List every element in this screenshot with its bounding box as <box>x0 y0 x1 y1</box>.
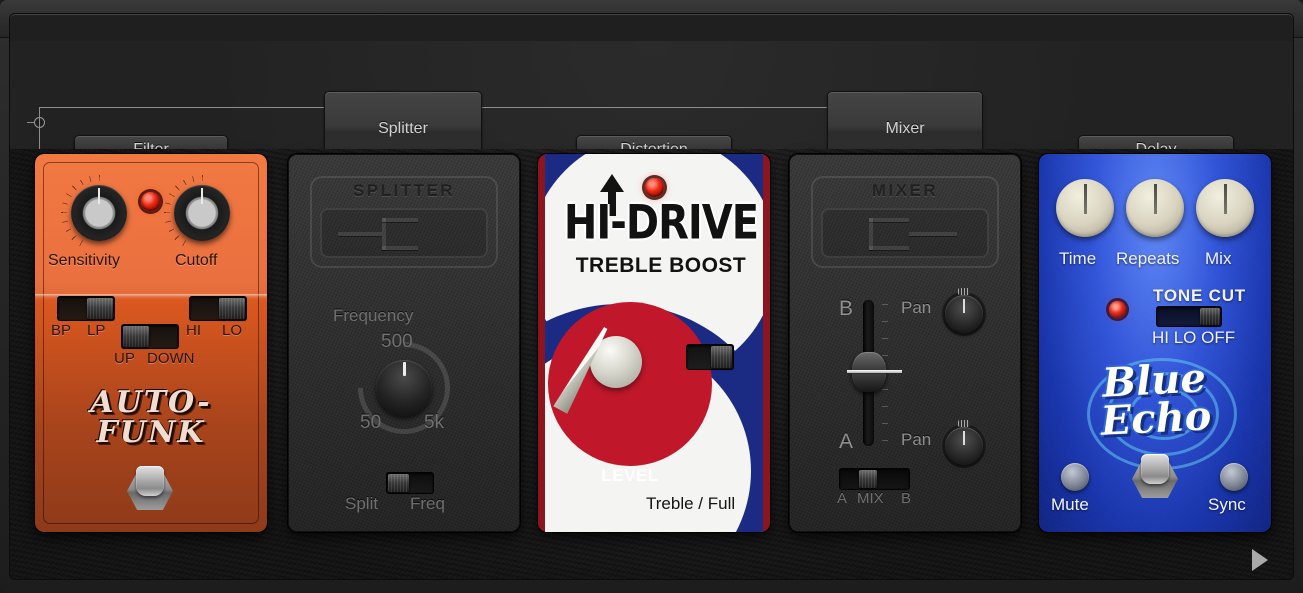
splitter-glyph-window <box>320 208 488 258</box>
range-switch-label-lo: LO <box>222 322 242 339</box>
shape-switch-label-bp: BP <box>51 322 71 339</box>
splitter-glyph-icon <box>322 210 486 256</box>
pedal-floor: Sensitivity Cutoff BP LP UP DOWN HI LO A… <box>10 149 1294 580</box>
pedal-hi-drive[interactable]: HI-DRIVE TREBLE BOOST LEVEL Treble / Ful… <box>538 154 770 532</box>
mixer-mode-label-b: B <box>901 490 911 507</box>
mixer-mode-switch[interactable] <box>839 468 910 490</box>
hi-drive-red-circle <box>548 302 712 466</box>
split-freq-label-freq: Freq <box>410 494 445 514</box>
mixer-plate: MIXER <box>811 176 999 268</box>
direction-switch[interactable] <box>121 324 179 349</box>
range-switch[interactable] <box>189 296 247 321</box>
direction-switch-label-up: UP <box>114 350 135 367</box>
auto-funk-logo-line2: FUNK <box>35 418 267 448</box>
treble-full-switch-nub <box>711 346 732 368</box>
pan-b-knob[interactable] <box>945 295 983 333</box>
sensitivity-knob[interactable] <box>71 185 127 241</box>
mute-knob[interactable] <box>1061 463 1089 491</box>
sync-knob[interactable] <box>1220 463 1248 491</box>
mixer-mode-label-a: A <box>837 490 847 507</box>
input-stub <box>27 122 34 123</box>
plugin-panel: Splitter Mixer Filter Distortion Delay S… <box>9 13 1294 580</box>
chain-node-splitter-label: Splitter <box>378 120 428 138</box>
sensitivity-label: Sensitivity <box>48 252 120 270</box>
pedal-blue-echo[interactable]: Time Repeats Mix TONE CUT HI LO OFF Blue <box>1039 154 1271 532</box>
tone-cut-switch-nub <box>1200 308 1220 325</box>
next-page-arrow-icon[interactable] <box>1252 549 1268 571</box>
auto-funk-footswitch[interactable] <box>127 466 173 512</box>
blue-echo-footswitch-cap <box>1141 454 1169 484</box>
pan-a-label: Pan <box>901 430 931 450</box>
tone-cut-options-label: HI LO OFF <box>1152 328 1235 348</box>
treble-full-switch[interactable] <box>686 344 734 370</box>
hi-drive-face: HI-DRIVE TREBLE BOOST LEVEL <box>545 154 763 532</box>
auto-funk-logo-line1: AUTO- <box>35 388 267 418</box>
time-knob[interactable] <box>1056 179 1114 237</box>
plugin-window: Splitter Mixer Filter Distortion Delay S… <box>0 0 1303 593</box>
repeats-knob[interactable] <box>1126 179 1184 237</box>
repeats-label: Repeats <box>1116 249 1179 269</box>
time-label: Time <box>1059 249 1096 269</box>
shape-switch[interactable] <box>57 296 115 321</box>
mute-label: Mute <box>1051 495 1089 515</box>
split-freq-switch[interactable] <box>386 472 434 494</box>
chain-node-mixer-label: Mixer <box>885 120 924 138</box>
hi-drive-led[interactable] <box>645 178 664 197</box>
pan-b-label: Pan <box>901 298 931 318</box>
direction-switch-label-down: DOWN <box>147 350 195 367</box>
frequency-label: Frequency <box>333 306 413 326</box>
pedal-auto-funk[interactable]: Sensitivity Cutoff BP LP UP DOWN HI LO A… <box>35 154 267 532</box>
pedal-mixer[interactable]: MIXER B A <box>789 154 1021 532</box>
direction-switch-nub <box>123 326 149 347</box>
shape-switch-nub <box>87 298 113 319</box>
hi-drive-body: HI-DRIVE TREBLE BOOST LEVEL <box>538 154 770 532</box>
frequency-scale-mid: 500 <box>381 331 413 353</box>
range-switch-nub <box>219 298 245 319</box>
wire-splitter-to-mixer-top <box>482 107 827 108</box>
signal-chain-strip: Splitter Mixer Filter Distortion Delay <box>10 41 1294 149</box>
blue-echo-body: Time Repeats Mix TONE CUT HI LO OFF Blue <box>1039 154 1271 532</box>
level-knob[interactable] <box>590 336 642 388</box>
auto-funk-led[interactable] <box>141 192 160 211</box>
blue-echo-logo: Blue Echo <box>1039 356 1271 444</box>
splitter-title: SPLITTER <box>312 181 496 201</box>
frequency-knob[interactable] <box>376 360 432 416</box>
split-freq-label-split: Split <box>345 494 378 514</box>
splitter-plate: SPLITTER <box>310 176 498 268</box>
mixer-glyph-window <box>821 208 989 258</box>
tone-cut-title: TONE CUT <box>1153 286 1246 306</box>
hi-drive-title: HI-DRIVE <box>551 196 763 250</box>
pan-a-knob[interactable] <box>945 427 983 465</box>
mixer-mode-label-mix: MIX <box>857 490 884 507</box>
mixer-mode-switch-nub <box>859 470 877 488</box>
range-switch-label-hi: HI <box>186 322 201 339</box>
wire-input-to-splitter-top <box>39 107 324 108</box>
hi-drive-subtitle: TREBLE BOOST <box>551 254 763 278</box>
cutoff-knob[interactable] <box>174 185 230 241</box>
wire-input-riser <box>39 107 40 150</box>
split-freq-switch-nub <box>388 474 409 492</box>
sync-label: Sync <box>1208 495 1246 515</box>
mixer-glyph-icon <box>823 210 987 256</box>
blue-echo-footswitch[interactable] <box>1132 454 1178 500</box>
frequency-scale-min: 50 <box>360 412 381 434</box>
shape-switch-label-lp: LP <box>87 322 105 339</box>
mixer-fader-label-a: A <box>839 430 853 454</box>
mixer-title: MIXER <box>813 181 997 201</box>
mixer-fader-handle[interactable] <box>852 352 886 392</box>
treble-full-label: Treble / Full <box>646 494 766 514</box>
mix-label: Mix <box>1205 249 1231 269</box>
frequency-scale-max: 5k <box>424 412 444 434</box>
auto-funk-footswitch-cap <box>136 466 164 496</box>
mixer-fader-label-b: B <box>839 297 853 321</box>
mix-knob[interactable] <box>1196 179 1254 237</box>
cutoff-label: Cutoff <box>175 252 217 270</box>
blue-echo-led[interactable] <box>1109 301 1126 318</box>
level-label: LEVEL <box>570 466 690 486</box>
pedal-splitter[interactable]: SPLITTER Frequency 500 50 5k <box>288 154 520 532</box>
auto-funk-logo: AUTO- FUNK <box>35 388 267 448</box>
tone-cut-switch[interactable] <box>1156 306 1222 327</box>
